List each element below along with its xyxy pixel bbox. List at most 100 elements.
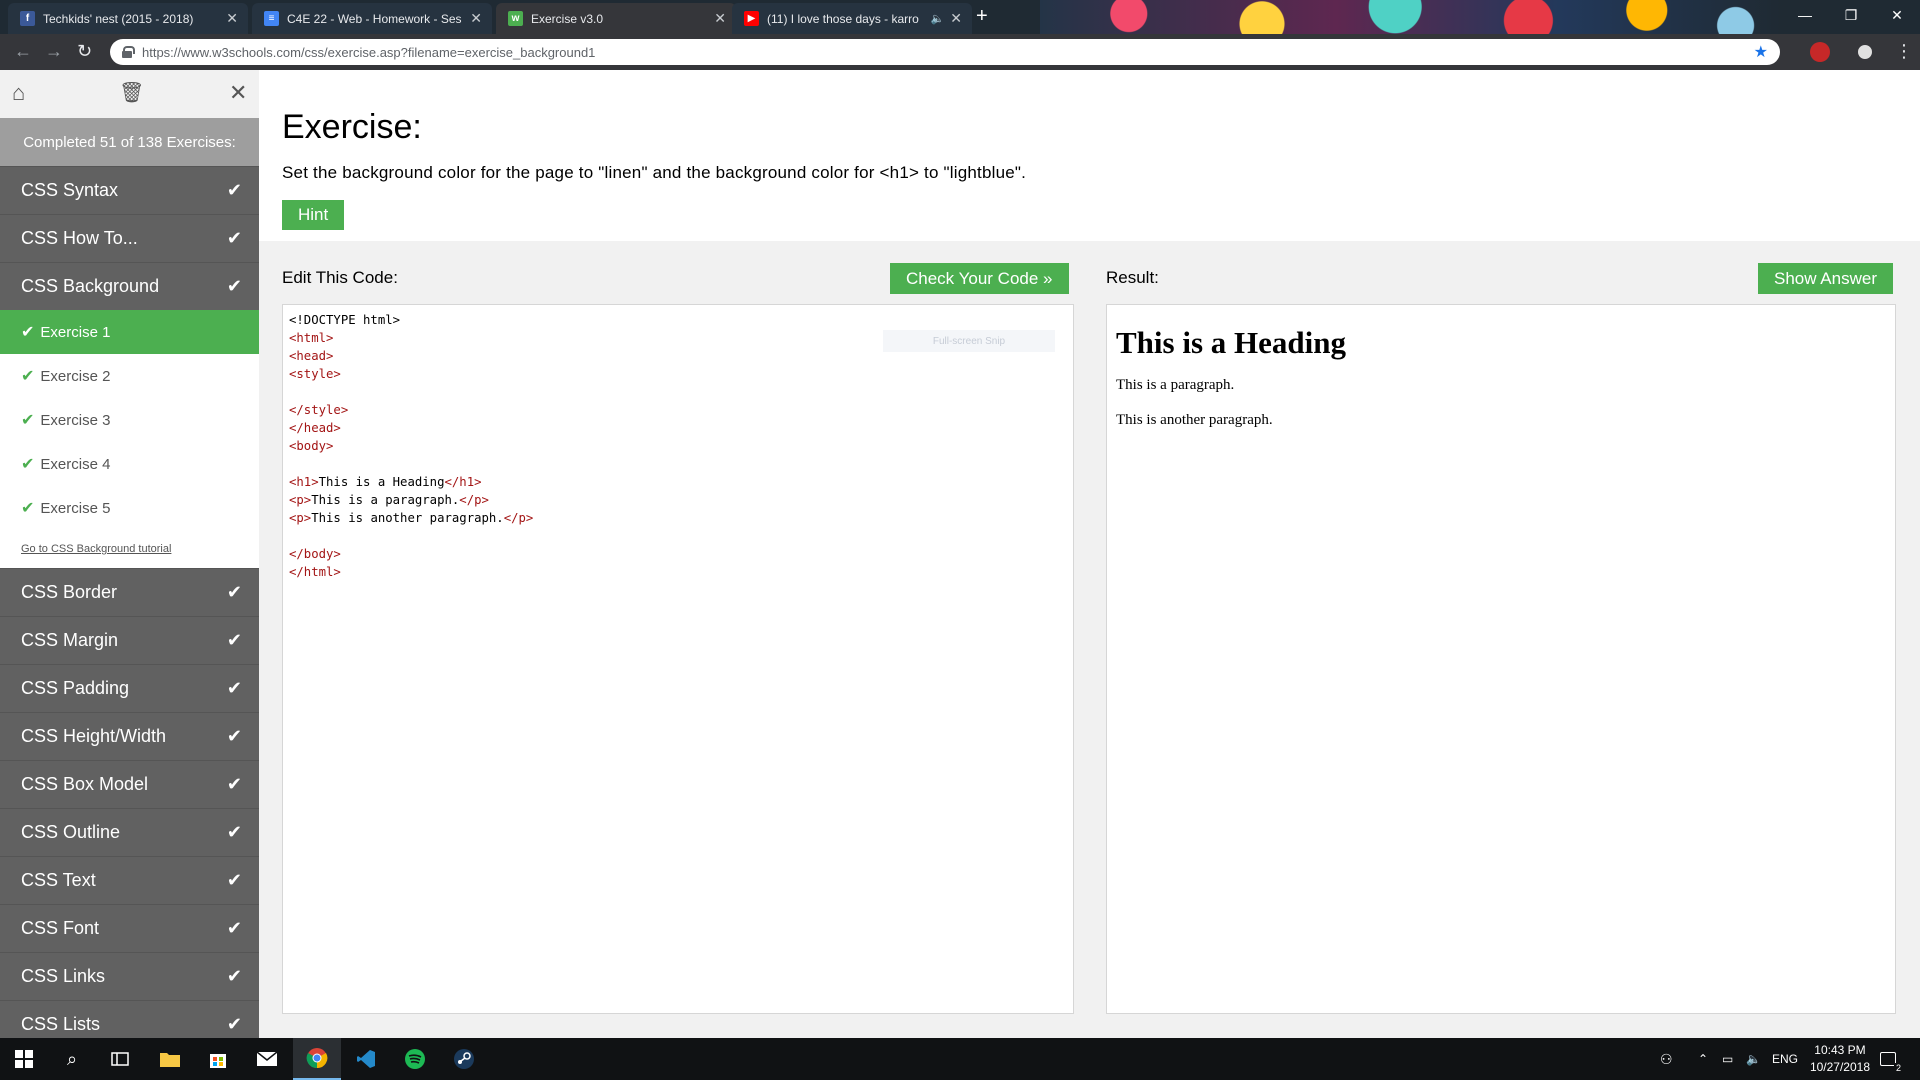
tray-chevron-icon[interactable]: ⌃ <box>1698 1038 1708 1080</box>
code-line[interactable]: <p>This is a paragraph.</p> <box>289 491 1067 509</box>
mail-icon[interactable] <box>243 1038 291 1080</box>
close-tab-icon[interactable]: ✕ <box>226 10 238 27</box>
tab-google-docs[interactable]: ≡ C4E 22 - Web - Homework - Ses ✕ <box>252 3 492 34</box>
sidebar-item-css-text[interactable]: CSS Text ✔ <box>0 856 259 904</box>
exercise-label: Exercise 4 <box>40 455 111 473</box>
tab-title: Exercise v3.0 <box>531 11 604 26</box>
action-center-icon[interactable]: 2 <box>1880 1038 1903 1080</box>
sidebar-item-label: CSS Links <box>21 966 106 986</box>
code-line[interactable]: <style> <box>289 365 1067 383</box>
sidebar-item-css-links[interactable]: CSS Links ✔ <box>0 952 259 1000</box>
check-code-button[interactable]: Check Your Code » <box>890 263 1069 294</box>
sidebar-item-label: CSS Border <box>21 582 118 602</box>
sidebar-item-css-lists[interactable]: CSS Lists ✔ <box>0 1000 259 1038</box>
close-tab-icon[interactable]: ✕ <box>714 10 726 27</box>
check-icon: ✔ <box>226 582 242 602</box>
spotify-icon[interactable] <box>391 1038 439 1080</box>
sidebar-item-label: CSS Outline <box>21 822 121 842</box>
sidebar-item-css-syntax[interactable]: CSS Syntax ✔ <box>0 166 259 214</box>
exercise-item-1[interactable]: ✔ Exercise 1 <box>0 310 259 354</box>
lock-icon <box>122 46 135 58</box>
sidebar-item-label: CSS Text <box>21 870 96 890</box>
code-line[interactable]: <h1>This is a Heading</h1> <box>289 473 1067 491</box>
code-line[interactable]: <!DOCTYPE html> <box>289 311 1067 329</box>
tab-facebook[interactable]: f Techkids' nest (2015 - 2018) ✕ <box>8 3 248 34</box>
file-explorer-icon[interactable] <box>146 1038 194 1080</box>
tab-youtube[interactable]: ▶ (11) I love those days - karro 🔈 ✕ <box>732 3 972 34</box>
sidebar-item-label: CSS Syntax <box>21 180 119 200</box>
menu-kebab-icon[interactable]: ⋮ <box>1895 42 1913 60</box>
exercise-header: Exercise: Set the background color for t… <box>259 70 1920 241</box>
vscode-icon[interactable] <box>342 1038 390 1080</box>
exercise-item-2[interactable]: ✔ Exercise 2 <box>0 354 259 398</box>
close-tab-icon[interactable]: ✕ <box>470 10 482 27</box>
check-icon: ✔ <box>21 324 35 341</box>
new-tab-button[interactable]: + <box>976 6 988 26</box>
reload-icon[interactable]: ↻ <box>77 42 92 60</box>
code-line[interactable] <box>289 527 1067 545</box>
sidebar-item-css-border[interactable]: CSS Border ✔ <box>0 568 259 616</box>
sidebar-item-css-height-width[interactable]: CSS Height/Width ✔ <box>0 712 259 760</box>
profile-avatar[interactable] <box>1855 42 1875 62</box>
code-line[interactable]: <body> <box>289 437 1067 455</box>
address-bar[interactable]: https://www.w3schools.com/css/exercise.a… <box>110 39 1780 65</box>
exercise-label: Exercise 5 <box>40 499 111 517</box>
task-view-icon[interactable] <box>96 1038 144 1080</box>
forward-icon[interactable]: → <box>45 42 63 60</box>
sidebar-item-css-padding[interactable]: CSS Padding ✔ <box>0 664 259 712</box>
restore-button[interactable]: ❐ <box>1828 0 1874 30</box>
exercise-item-5[interactable]: ✔ Exercise 5 <box>0 486 259 530</box>
sidebar-item-css-font[interactable]: CSS Font ✔ <box>0 904 259 952</box>
sidebar-item-label: CSS How To... <box>21 228 138 248</box>
sidebar-item-css-background[interactable]: CSS Background ✔ <box>0 262 259 310</box>
store-icon[interactable] <box>194 1038 242 1080</box>
code-line[interactable] <box>289 383 1067 401</box>
windows-start-icon[interactable] <box>0 1038 48 1080</box>
code-editor[interactable]: <!DOCTYPE html> <html> <head> <style> </sty… <box>282 304 1074 1014</box>
sidebar-item-css-margin[interactable]: CSS Margin ✔ <box>0 616 259 664</box>
bookmark-star-icon[interactable]: ★ <box>1754 42 1768 62</box>
sidebar-item-css-outline[interactable]: CSS Outline ✔ <box>0 808 259 856</box>
volume-icon[interactable]: 🔈 <box>1746 1038 1761 1080</box>
back-icon[interactable]: ← <box>14 42 32 60</box>
minimize-button[interactable]: — <box>1782 0 1828 30</box>
tab-title: C4E 22 - Web - Homework - Ses <box>287 11 462 26</box>
sidebar-item-css-box-model[interactable]: CSS Box Model ✔ <box>0 760 259 808</box>
speaker-icon[interactable]: 🔈 <box>931 12 945 25</box>
extension-icon[interactable] <box>1810 42 1830 62</box>
code-line[interactable]: </html> <box>289 563 1067 581</box>
people-icon[interactable]: ⚇ <box>1660 1038 1673 1080</box>
code-line[interactable]: </style> <box>289 401 1067 419</box>
check-icon: ✔ <box>21 456 35 473</box>
chrome-icon[interactable] <box>293 1038 341 1080</box>
show-answer-button[interactable]: Show Answer <box>1758 263 1893 294</box>
close-icon[interactable]: ✕ <box>229 82 247 104</box>
home-icon[interactable]: ⌂ <box>12 82 25 104</box>
code-line[interactable]: </head> <box>289 419 1067 437</box>
progress-text: Completed 51 of 138 Exercises: <box>0 118 259 166</box>
trash-icon[interactable]: 🗑 <box>119 82 144 104</box>
code-line[interactable] <box>289 455 1067 473</box>
language-indicator[interactable]: ENG <box>1772 1038 1798 1080</box>
tutorial-link[interactable]: Go to CSS Background tutorial <box>0 530 259 568</box>
search-icon[interactable]: ⌕ <box>48 1038 96 1080</box>
close-tab-icon[interactable]: ✕ <box>950 10 962 27</box>
exercise-item-4[interactable]: ✔ Exercise 4 <box>0 442 259 486</box>
sidebar-item-label: CSS Font <box>21 918 100 938</box>
sidebar-item-label: CSS Box Model <box>21 774 149 794</box>
close-window-button[interactable]: ✕ <box>1874 0 1920 30</box>
tab-exercise[interactable]: w Exercise v3.0 ✕ <box>496 3 736 34</box>
sidebar-item-css-how-to[interactable]: CSS How To... ✔ <box>0 214 259 262</box>
exercise-item-3[interactable]: ✔ Exercise 3 <box>0 398 259 442</box>
exercise-content: Exercise: Set the background color for t… <box>259 70 1920 1038</box>
check-icon: ✔ <box>226 180 242 200</box>
code-line[interactable]: <p>This is another paragraph.</p> <box>289 509 1067 527</box>
hint-button[interactable]: Hint <box>282 200 345 230</box>
clock-time: 10:43 PM <box>1814 1043 1866 1057</box>
check-icon: ✔ <box>21 500 35 517</box>
steam-icon[interactable] <box>440 1038 488 1080</box>
result-heading: This is a Heading <box>1116 325 1346 360</box>
taskbar-clock[interactable]: 10:43 PM 10/27/2018 <box>1810 1042 1870 1076</box>
network-icon[interactable]: ▭ <box>1722 1038 1733 1080</box>
code-line[interactable]: </body> <box>289 545 1067 563</box>
